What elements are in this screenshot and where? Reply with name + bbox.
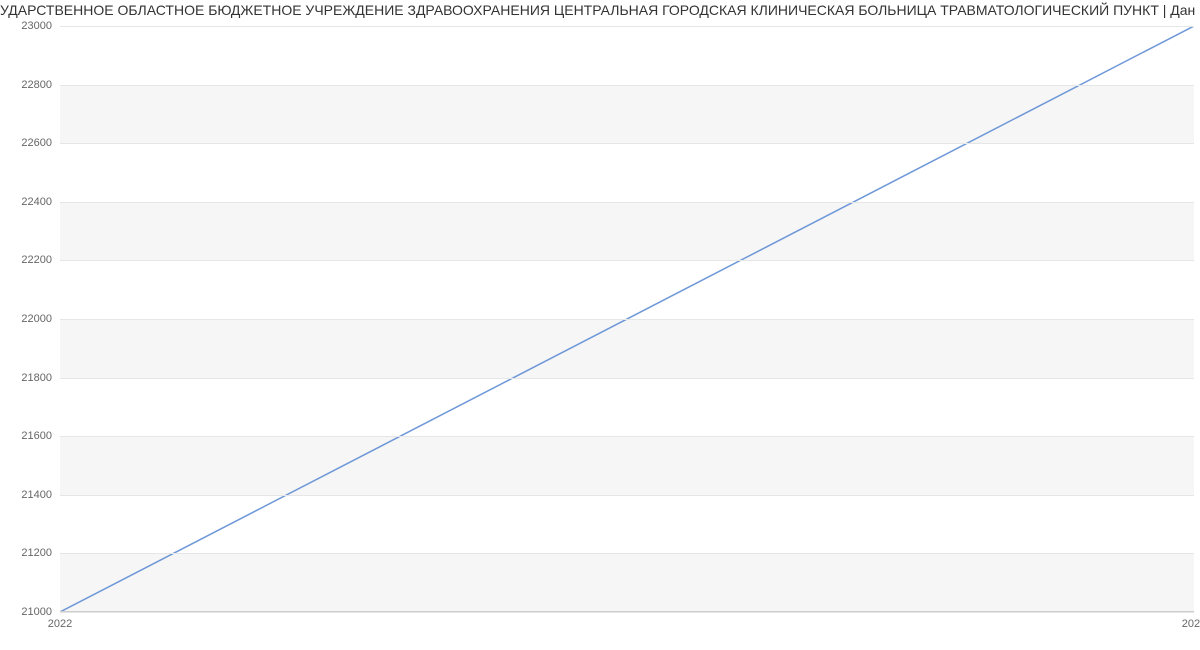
chart-title: УДАРСТВЕННОЕ ОБЛАСТНОЕ БЮДЖЕТНОЕ УЧРЕЖДЕ… bbox=[0, 0, 1200, 20]
gridline bbox=[60, 436, 1194, 437]
y-tick-label: 21600 bbox=[21, 430, 52, 442]
y-tick-label: 21400 bbox=[21, 489, 52, 501]
gridline bbox=[60, 378, 1194, 379]
y-tick-label: 22400 bbox=[21, 196, 52, 208]
gridline bbox=[60, 495, 1194, 496]
gridline bbox=[60, 143, 1194, 144]
gridline bbox=[60, 553, 1194, 554]
gridline bbox=[60, 612, 1194, 613]
gridline bbox=[60, 202, 1194, 203]
x-tick-label: 2024 bbox=[1182, 618, 1200, 630]
y-tick-label: 23000 bbox=[21, 20, 52, 32]
y-tick-label: 22000 bbox=[21, 313, 52, 325]
gridline bbox=[60, 260, 1194, 261]
gridline bbox=[60, 85, 1194, 86]
chart-container: 21000 21200 21400 21600 21800 22000 22200 22400… bbox=[0, 20, 1200, 640]
y-tick-label: 21200 bbox=[21, 547, 52, 559]
plot-area bbox=[60, 26, 1194, 612]
y-tick-label: 21000 bbox=[21, 606, 52, 618]
gridline bbox=[60, 319, 1194, 320]
y-tick-label: 22600 bbox=[21, 137, 52, 149]
y-tick-label: 21800 bbox=[21, 372, 52, 384]
y-tick-label: 22200 bbox=[21, 254, 52, 266]
gridline bbox=[60, 26, 1194, 27]
x-axis-line bbox=[60, 611, 1194, 612]
x-tick-label: 2022 bbox=[48, 618, 72, 630]
y-tick-label: 22800 bbox=[21, 79, 52, 91]
